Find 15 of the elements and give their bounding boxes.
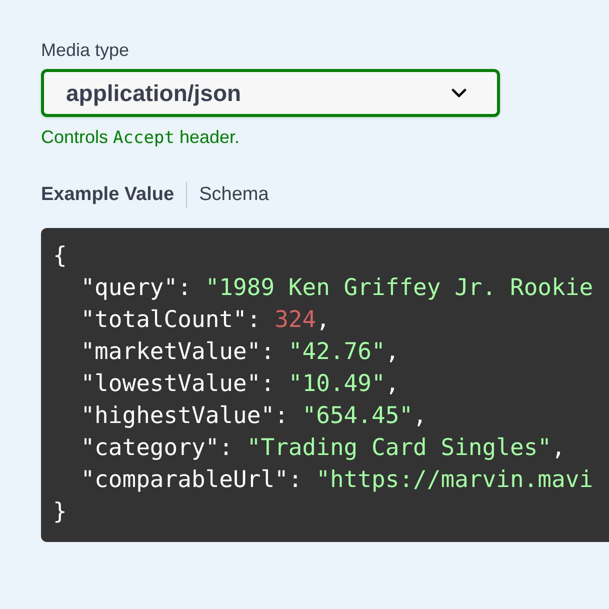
code-line: "query": "1989 Ken Griffey Jr. Rookie xyxy=(80,275,594,301)
code-line: "totalCount": 324, xyxy=(80,307,330,333)
code-line: "marketValue": "42.76", xyxy=(80,339,400,365)
code-line: } xyxy=(53,499,67,525)
media-type-select[interactable]: application/json xyxy=(41,69,500,117)
tab[interactable]: Schema xyxy=(199,180,269,210)
chevron-down-icon xyxy=(451,88,467,98)
code-line: { xyxy=(53,243,67,269)
helper-text: Controls Accept header. xyxy=(41,126,240,150)
tab[interactable]: Example Value xyxy=(41,180,174,210)
code-line: "highestValue": "654.45", xyxy=(80,403,427,429)
code-line: "comparableUrl": "https://marvin.mavi xyxy=(80,467,594,493)
code-line: "category": "Trading Card Singles", xyxy=(80,435,566,461)
code-line: "lowestValue": "10.49", xyxy=(80,371,400,397)
field-label: Media type xyxy=(41,39,130,62)
